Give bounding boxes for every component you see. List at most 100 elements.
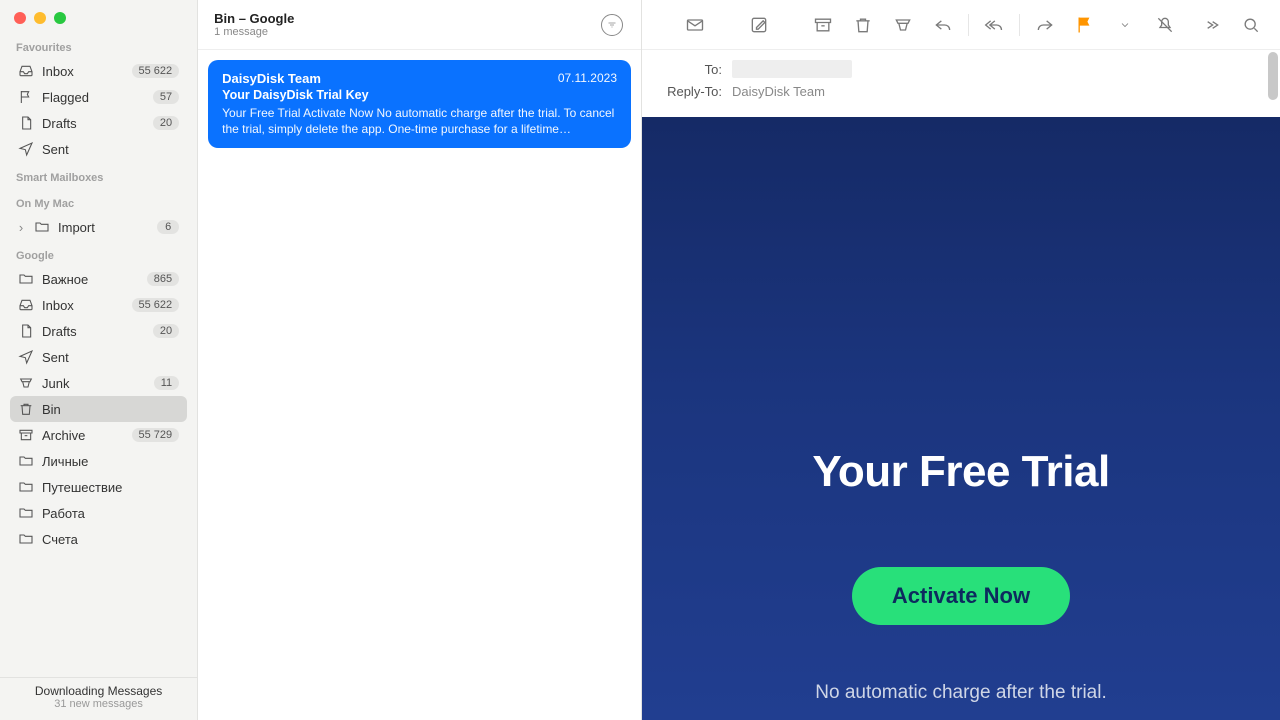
paperplane-icon bbox=[18, 141, 34, 157]
status-line1: Downloading Messages bbox=[0, 684, 197, 698]
section-smart-mailboxes: Smart Mailboxes bbox=[10, 162, 187, 188]
sidebar: Favourites Inbox 55 622 Flagged 57 Draft… bbox=[0, 0, 198, 720]
sidebar-item-travel[interactable]: Путешествие bbox=[10, 474, 187, 500]
message-headers: To: Reply-To: DaisyDisk Team bbox=[642, 50, 1280, 117]
status-line2: 31 new messages bbox=[0, 698, 197, 710]
sidebar-item-bin[interactable]: Bin bbox=[10, 396, 187, 422]
folder-icon bbox=[18, 505, 34, 521]
sidebar-item-work[interactable]: Работа bbox=[10, 500, 187, 526]
forward-button[interactable] bbox=[1028, 10, 1062, 40]
section-on-my-mac: On My Mac bbox=[10, 188, 187, 214]
sidebar-item-label: Важное bbox=[42, 272, 139, 287]
document-icon bbox=[18, 323, 34, 339]
sidebar-item-personal[interactable]: Личные bbox=[10, 448, 187, 474]
sidebar-item-label: Путешествие bbox=[42, 480, 179, 495]
sidebar-item-archive[interactable]: Archive 55 729 bbox=[10, 422, 187, 448]
scrollbar-thumb[interactable] bbox=[1268, 52, 1278, 100]
folder-icon bbox=[18, 271, 34, 287]
message-pane: To: Reply-To: DaisyDisk Team Your Free T… bbox=[642, 0, 1280, 720]
sidebar-item-import[interactable]: › Import 6 bbox=[10, 214, 187, 240]
window-controls bbox=[0, 0, 197, 32]
sidebar-item-inbox[interactable]: Inbox 55 622 bbox=[10, 58, 187, 84]
close-window[interactable] bbox=[14, 12, 26, 24]
paperplane-icon bbox=[18, 349, 34, 365]
sidebar-item-label: Drafts bbox=[42, 324, 145, 339]
sidebar-item-drafts[interactable]: Drafts 20 bbox=[10, 110, 187, 136]
reply-button[interactable] bbox=[926, 10, 960, 40]
flag-button[interactable] bbox=[1068, 10, 1102, 40]
inbox-icon bbox=[18, 297, 34, 313]
compose-button[interactable] bbox=[742, 10, 776, 40]
flag-dropdown[interactable] bbox=[1108, 10, 1142, 40]
count-badge: 865 bbox=[147, 272, 179, 286]
sidebar-item-g-sent[interactable]: Sent bbox=[10, 344, 187, 370]
sidebar-item-label: Счета bbox=[42, 532, 179, 547]
body-footer-text: No automatic charge after the trial. bbox=[815, 682, 1106, 704]
flag-icon bbox=[18, 89, 34, 105]
list-header: Bin – Google 1 message bbox=[198, 0, 641, 50]
minimize-window[interactable] bbox=[34, 12, 46, 24]
reply-to-label: Reply-To: bbox=[660, 84, 722, 99]
sidebar-item-flagged[interactable]: Flagged 57 bbox=[10, 84, 187, 110]
reply-to-value: DaisyDisk Team bbox=[732, 84, 825, 99]
body-title: Your Free Trial bbox=[642, 447, 1280, 497]
sidebar-item-label: Import bbox=[58, 220, 149, 235]
sidebar-item-label: Flagged bbox=[42, 90, 145, 105]
sidebar-item-important[interactable]: Важное 865 bbox=[10, 266, 187, 292]
sidebar-item-label: Личные bbox=[42, 454, 179, 469]
sidebar-item-label: Inbox bbox=[42, 298, 124, 313]
message-from: DaisyDisk Team bbox=[222, 71, 321, 86]
count-badge: 20 bbox=[153, 324, 179, 338]
mark-read-button[interactable] bbox=[678, 10, 712, 40]
message-row[interactable]: DaisyDisk Team 07.11.2023 Your DaisyDisk… bbox=[208, 60, 631, 148]
vertical-scrollbar[interactable] bbox=[1266, 50, 1280, 720]
list-title: Bin – Google bbox=[214, 11, 294, 26]
archive-button[interactable] bbox=[806, 10, 840, 40]
section-google: Google bbox=[10, 240, 187, 266]
reply-all-button[interactable] bbox=[977, 10, 1011, 40]
to-value-redacted bbox=[732, 60, 852, 78]
delete-button[interactable] bbox=[846, 10, 880, 40]
sidebar-item-g-drafts[interactable]: Drafts 20 bbox=[10, 318, 187, 344]
list-subtitle: 1 message bbox=[214, 26, 294, 38]
count-badge: 55 729 bbox=[132, 428, 180, 442]
count-badge: 57 bbox=[153, 90, 179, 104]
to-label: To: bbox=[660, 62, 722, 77]
folder-icon bbox=[34, 219, 50, 235]
message-body: Your Free Trial Activate Now No automati… bbox=[642, 117, 1280, 720]
message-date: 07.11.2023 bbox=[558, 71, 617, 86]
more-actions-button[interactable] bbox=[1194, 10, 1228, 40]
message-subject: Your DaisyDisk Trial Key bbox=[222, 88, 617, 102]
folder-icon bbox=[18, 531, 34, 547]
sidebar-item-label: Drafts bbox=[42, 116, 145, 131]
filter-button[interactable] bbox=[601, 14, 623, 36]
folder-icon bbox=[18, 453, 34, 469]
document-icon bbox=[18, 115, 34, 131]
sidebar-item-junk[interactable]: Junk 11 bbox=[10, 370, 187, 396]
sidebar-item-label: Archive bbox=[42, 428, 124, 443]
sidebar-item-bills[interactable]: Счета bbox=[10, 526, 187, 552]
junk-button[interactable] bbox=[886, 10, 920, 40]
mute-button[interactable] bbox=[1148, 10, 1182, 40]
sidebar-status: Downloading Messages 31 new messages bbox=[0, 677, 197, 720]
sidebar-item-sent[interactable]: Sent bbox=[10, 136, 187, 162]
sidebar-item-label: Sent bbox=[42, 142, 179, 157]
zoom-window[interactable] bbox=[54, 12, 66, 24]
activate-now-button[interactable]: Activate Now bbox=[852, 567, 1070, 625]
sidebar-item-g-inbox[interactable]: Inbox 55 622 bbox=[10, 292, 187, 318]
search-button[interactable] bbox=[1234, 10, 1268, 40]
toolbar-separator bbox=[1019, 14, 1020, 36]
count-badge: 55 622 bbox=[132, 64, 180, 78]
sidebar-item-label: Работа bbox=[42, 506, 179, 521]
section-favourites: Favourites bbox=[10, 32, 187, 58]
sidebar-item-label: Bin bbox=[42, 402, 179, 417]
junk-icon bbox=[18, 375, 34, 391]
count-badge: 6 bbox=[157, 220, 179, 234]
archive-icon bbox=[18, 427, 34, 443]
sidebar-item-label: Junk bbox=[42, 376, 146, 391]
sidebar-item-label: Inbox bbox=[42, 64, 124, 79]
chevron-right-icon[interactable]: › bbox=[16, 220, 26, 235]
inbox-icon bbox=[18, 63, 34, 79]
trash-icon bbox=[18, 401, 34, 417]
count-badge: 55 622 bbox=[132, 298, 180, 312]
